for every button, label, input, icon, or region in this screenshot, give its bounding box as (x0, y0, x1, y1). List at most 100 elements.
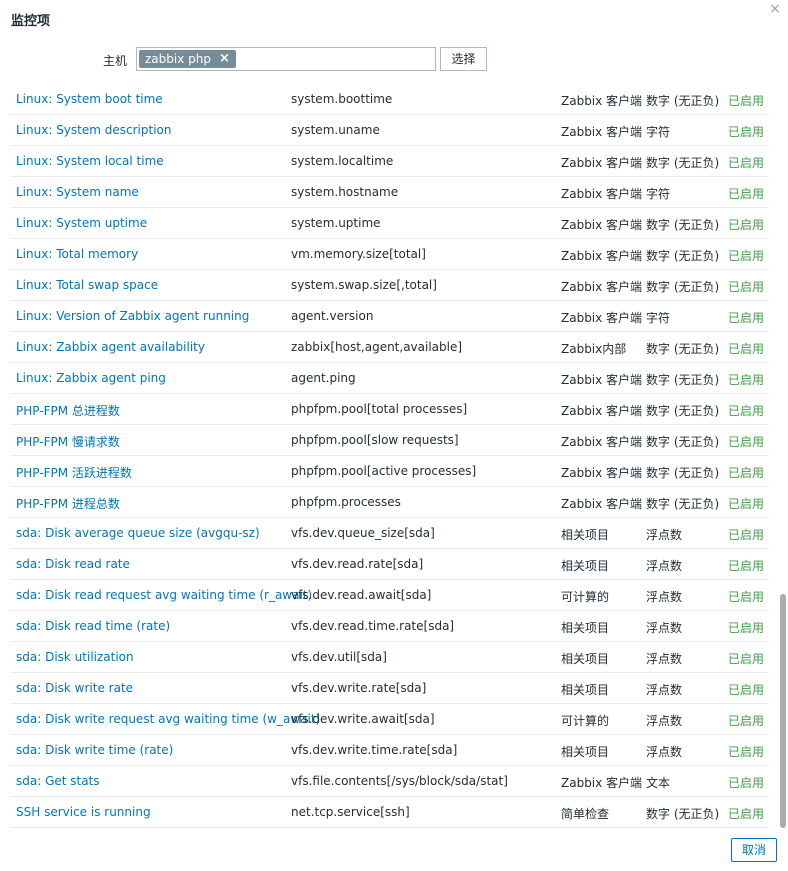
item-status[interactable]: 已启用 (728, 340, 764, 357)
item-name-link[interactable]: Linux: Zabbix agent ping (16, 371, 166, 385)
item-value-type: 数字 (无正负) (646, 807, 720, 821)
item-value-type: 数字 (无正负) (646, 466, 720, 480)
item-value-type: 数字 (无正负) (646, 156, 720, 170)
item-name-link[interactable]: sda: Disk write rate (16, 681, 133, 695)
item-row: PHP-FPM 慢请求数 phpfpm.pool[slow requests] Za… (10, 425, 769, 456)
item-status[interactable]: 已启用 (728, 123, 764, 140)
item-type: 简单检查 (561, 807, 610, 821)
item-name-link[interactable]: Linux: Total swap space (16, 278, 158, 292)
item-value-type: 浮点数 (646, 559, 683, 573)
item-name-link[interactable]: Linux: System boot time (16, 92, 163, 106)
item-status[interactable]: 已启用 (728, 495, 764, 512)
item-status[interactable]: 已启用 (728, 278, 764, 295)
item-name-link[interactable]: Linux: Zabbix agent availability (16, 340, 205, 354)
item-name-link[interactable]: Linux: System description (16, 123, 171, 137)
host-chip-label: zabbix php (145, 52, 211, 66)
item-status[interactable]: 已启用 (728, 588, 764, 605)
item-type: Zabbix 客户端 (561, 776, 643, 790)
item-value-type: 数字 (无正负) (646, 342, 720, 356)
cancel-button[interactable]: 取消 (731, 838, 777, 862)
item-status[interactable]: 已启用 (728, 154, 764, 171)
item-name-link[interactable]: sda: Disk read rate (16, 557, 130, 571)
item-type: Zabbix 客户端 (561, 94, 643, 108)
item-name-link[interactable]: PHP-FPM 慢请求数 (16, 433, 120, 450)
item-status[interactable]: 已启用 (728, 433, 764, 450)
item-status[interactable]: 已启用 (728, 247, 764, 264)
item-type: Zabbix 客户端 (561, 373, 643, 387)
item-status[interactable]: 已启用 (728, 681, 764, 698)
item-name-link[interactable]: sda: Disk read time (rate) (16, 619, 170, 633)
item-row: PHP-FPM 进程总数 phpfpm.processes Zabbix 客户端 数字… (10, 487, 769, 518)
item-status[interactable]: 已启用 (728, 712, 764, 729)
item-key: vfs.dev.read.await[sda] (291, 588, 432, 602)
item-name-link[interactable]: sda: Disk write time (rate) (16, 743, 173, 757)
item-row: sda: Disk write request avg waiting time… (10, 704, 769, 735)
item-status[interactable]: 已启用 (728, 774, 764, 791)
item-value-type: 字符 (646, 187, 671, 201)
dialog-title: 监控项 (11, 14, 51, 29)
item-name-link[interactable]: sda: Disk read request avg waiting time … (16, 588, 312, 602)
host-multiselect-input[interactable]: zabbix php × (136, 47, 436, 71)
item-row: Linux: Total swap space system.swap.size[… (10, 270, 769, 301)
item-value-type: 数字 (无正负) (646, 280, 720, 294)
item-name-link[interactable]: SSH service is running (16, 805, 151, 819)
item-value-type: 数字 (无正负) (646, 218, 720, 232)
item-type: Zabbix 客户端 (561, 497, 643, 511)
item-status[interactable]: 已启用 (728, 371, 764, 388)
item-key: system.uname (291, 123, 380, 137)
item-status[interactable]: 已启用 (728, 805, 764, 822)
select-host-button[interactable]: 选择 (440, 47, 487, 71)
item-type: Zabbix 客户端 (561, 187, 643, 201)
item-status[interactable]: 已启用 (728, 92, 764, 109)
item-status[interactable]: 已启用 (728, 526, 764, 543)
item-type: 相关项目 (561, 745, 610, 759)
item-value-type: 浮点数 (646, 745, 683, 759)
item-name-link[interactable]: sda: Disk write request avg waiting time… (16, 712, 320, 726)
remove-icon[interactable]: × (219, 50, 230, 68)
close-icon[interactable]: × (768, 1, 782, 17)
item-name-link[interactable]: Linux: Version of Zabbix agent running (16, 309, 249, 323)
item-row: Linux: System local time system.localtime… (10, 146, 769, 177)
item-name-link[interactable]: Linux: Total memory (16, 247, 138, 261)
item-status[interactable]: 已启用 (728, 216, 764, 233)
item-status[interactable]: 已启用 (728, 743, 764, 760)
item-name-link[interactable]: PHP-FPM 进程总数 (16, 495, 120, 512)
item-type: 相关项目 (561, 652, 610, 666)
item-key: vfs.dev.write.time.rate[sda] (291, 743, 458, 757)
scrollbar-thumb[interactable] (780, 594, 786, 828)
item-row: PHP-FPM 活跃进程数 phpfpm.pool[active processe… (10, 456, 769, 487)
item-name-link[interactable]: Linux: System local time (16, 154, 164, 168)
item-name-link[interactable]: Linux: System name (16, 185, 139, 199)
item-row: Linux: Version of Zabbix agent running ag… (10, 301, 769, 332)
item-name-link[interactable]: PHP-FPM 总进程数 (16, 402, 120, 419)
item-value-type: 数字 (无正负) (646, 373, 720, 387)
item-name-link[interactable]: Linux: System uptime (16, 216, 147, 230)
host-filter-row: 主机 zabbix php × 选择 (0, 47, 788, 71)
item-value-type: 浮点数 (646, 652, 683, 666)
item-row: Linux: System description system.uname Zab… (10, 115, 769, 146)
item-row: SSH service is running net.tcp.service[ss… (10, 797, 769, 828)
item-status[interactable]: 已启用 (728, 650, 764, 667)
item-type: 相关项目 (561, 683, 610, 697)
item-name-link[interactable]: sda: Disk utilization (16, 650, 134, 664)
item-row: sda: Disk utilization vfs.dev.util[sda] 相关… (10, 642, 769, 673)
item-key: vfs.dev.write.await[sda] (291, 712, 435, 726)
item-status[interactable]: 已启用 (728, 557, 764, 574)
item-type: 相关项目 (561, 559, 610, 573)
item-type: Zabbix 客户端 (561, 156, 643, 170)
item-name-link[interactable]: PHP-FPM 活跃进程数 (16, 464, 132, 481)
item-status[interactable]: 已启用 (728, 619, 764, 636)
item-value-type: 数字 (无正负) (646, 404, 720, 418)
item-name-link[interactable]: sda: Disk average queue size (avgqu-sz) (16, 526, 260, 540)
item-type: Zabbix 客户端 (561, 404, 643, 418)
item-name-link[interactable]: sda: Get stats (16, 774, 100, 788)
item-status[interactable]: 已启用 (728, 185, 764, 202)
item-status[interactable]: 已启用 (728, 402, 764, 419)
item-value-type: 数字 (无正负) (646, 435, 720, 449)
item-row: sda: Disk read request avg waiting time … (10, 580, 769, 611)
item-type: Zabbix 客户端 (561, 280, 643, 294)
item-status[interactable]: 已启用 (728, 309, 764, 326)
item-status[interactable]: 已启用 (728, 464, 764, 481)
item-key: vfs.dev.read.rate[sda] (291, 557, 424, 571)
item-type: 可计算的 (561, 590, 610, 604)
